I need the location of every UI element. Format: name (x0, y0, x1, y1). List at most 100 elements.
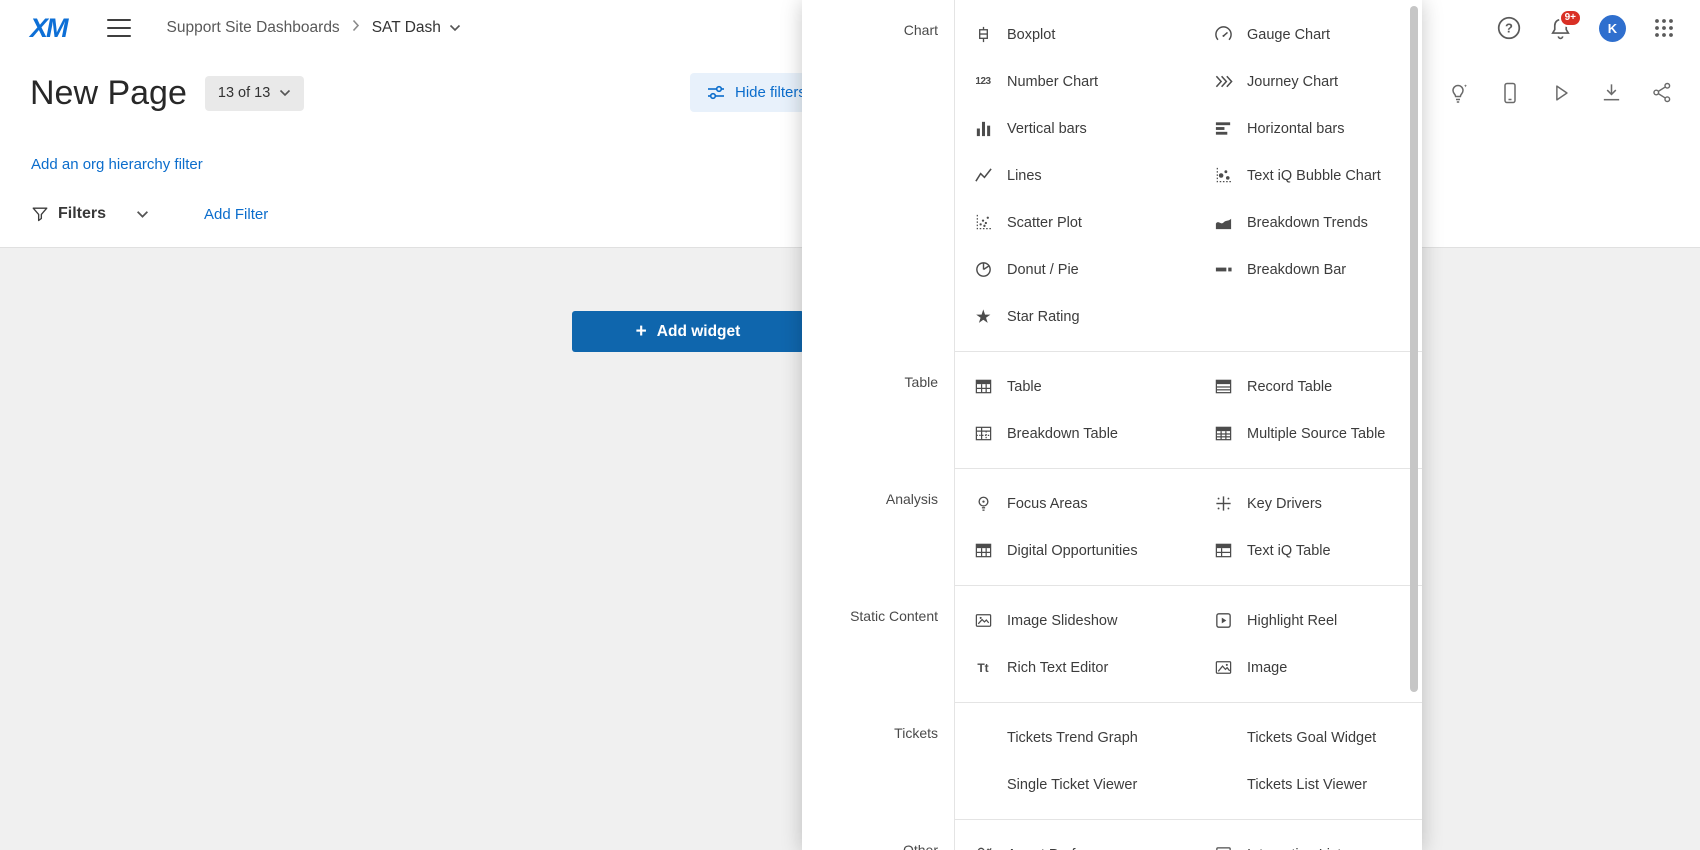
topbar-actions: ? 9+ K (1496, 0, 1676, 56)
interaction-list-icon (1213, 845, 1233, 850)
filter-sliders-icon (706, 83, 726, 103)
filters-row: Filters Add Filter (31, 196, 268, 232)
insights-lightbulb-icon[interactable] (1446, 81, 1470, 105)
hamburger-menu-icon[interactable] (107, 19, 131, 37)
widget-item-table[interactable]: Table (955, 377, 1195, 397)
image-icon (1213, 658, 1233, 678)
section-label: Table (802, 352, 954, 469)
chevron-down-icon (136, 210, 149, 219)
rich-text-icon: Tt (973, 658, 993, 678)
svg-text:?: ? (1505, 21, 1513, 36)
widget-item-journey-chart[interactable]: Journey Chart (1195, 72, 1422, 92)
section-label: Tickets (802, 703, 954, 820)
journey-chart-icon (1213, 72, 1233, 92)
digital-opportunities-icon (973, 541, 993, 561)
panel-section-other: Other Agent Performance Interaction List (802, 820, 1422, 850)
notifications-bell-icon[interactable]: 9+ (1548, 16, 1573, 41)
panel-section-chart: Chart Boxplot Gauge Chart 123 Number Cha… (802, 0, 1422, 352)
breadcrumb-current[interactable]: SAT Dash (372, 19, 461, 37)
widget-item-record-table[interactable]: Record Table (1195, 377, 1422, 397)
play-icon[interactable] (1550, 82, 1572, 104)
widget-item-digital-opportunities[interactable]: Digital Opportunities (955, 541, 1195, 561)
table-icon (973, 377, 993, 397)
breadcrumb-root[interactable]: Support Site Dashboards (167, 19, 340, 37)
record-table-icon (1213, 377, 1233, 397)
widget-item-tickets-trend-graph[interactable]: Tickets Trend Graph (955, 730, 1195, 746)
user-avatar[interactable]: K (1599, 15, 1626, 42)
funnel-icon (31, 205, 49, 223)
apps-grid-icon[interactable] (1652, 16, 1676, 40)
chevron-down-icon (449, 24, 461, 32)
breadcrumb: Support Site Dashboards SAT Dash (167, 19, 461, 37)
share-icon[interactable] (1651, 81, 1674, 104)
widget-item-single-ticket-viewer[interactable]: Single Ticket Viewer (955, 777, 1195, 793)
widget-item-donut-pie[interactable]: Donut / Pie (955, 260, 1195, 280)
widget-item-multiple-source-table[interactable]: Multiple Source Table (1195, 424, 1422, 444)
widget-item-highlight-reel[interactable]: Highlight Reel (1195, 611, 1422, 631)
widget-item-boxplot[interactable]: Boxplot (955, 25, 1195, 45)
widget-item-tickets-goal-widget[interactable]: Tickets Goal Widget (1195, 730, 1422, 746)
add-widget-button[interactable]: + Add widget (572, 311, 804, 352)
panel-section-tickets: Tickets Tickets Trend Graph Tickets Goal… (802, 703, 1422, 820)
section-label: Chart (802, 0, 954, 352)
breakdown-table-icon (973, 424, 993, 444)
section-label: Analysis (802, 469, 954, 586)
boxplot-icon (973, 25, 993, 45)
donut-pie-icon (973, 260, 993, 280)
widget-item-scatter-plot[interactable]: Scatter Plot (955, 213, 1195, 233)
widget-item-image[interactable]: Image (1195, 658, 1422, 678)
widget-item-number-chart[interactable]: 123 Number Chart (955, 72, 1195, 92)
key-drivers-icon (1213, 494, 1233, 514)
agent-performance-icon (973, 845, 993, 850)
highlight-reel-icon (1213, 611, 1233, 631)
section-label: Other (802, 820, 954, 850)
widget-item-vertical-bars[interactable]: Vertical bars (955, 119, 1195, 139)
filters-label: Filters (58, 205, 106, 223)
gauge-chart-icon (1213, 25, 1233, 45)
org-hierarchy-row: Add an org hierarchy filter (31, 156, 203, 174)
breakdown-trends-icon (1213, 213, 1233, 233)
panel-section-static-content: Static Content Image Slideshow Highlight… (802, 586, 1422, 703)
page-title: New Page (30, 74, 187, 113)
widget-item-gauge-chart[interactable]: Gauge Chart (1195, 25, 1422, 45)
widget-item-interaction-list[interactable]: Interaction List (1195, 845, 1422, 850)
focus-areas-lightbulb-icon (973, 494, 993, 514)
lines-chart-icon (973, 166, 993, 186)
widget-item-textiq-bubble-chart[interactable]: Text iQ Bubble Chart (1195, 166, 1422, 186)
org-hierarchy-filter-link[interactable]: Add an org hierarchy filter (31, 156, 203, 173)
widget-item-agent-performance[interactable]: Agent Performance (955, 845, 1195, 850)
mobile-preview-icon[interactable] (1498, 81, 1522, 105)
widget-item-key-drivers[interactable]: Key Drivers (1195, 494, 1422, 514)
vertical-bars-icon (973, 119, 993, 139)
section-label: Static Content (802, 586, 954, 703)
add-filter-link[interactable]: Add Filter (204, 206, 268, 223)
image-slideshow-icon (973, 611, 993, 631)
number-chart-icon: 123 (973, 72, 993, 92)
widget-picker-panel: Chart Boxplot Gauge Chart 123 Number Cha… (802, 0, 1422, 850)
textiq-table-icon (1213, 541, 1233, 561)
widget-item-horizontal-bars[interactable]: Horizontal bars (1195, 119, 1422, 139)
widget-item-focus-areas[interactable]: Focus Areas (955, 494, 1195, 514)
panel-scrollbar[interactable] (1410, 6, 1418, 692)
textiq-bubble-chart-icon (1213, 166, 1233, 186)
scatter-plot-icon (973, 213, 993, 233)
widget-item-image-slideshow[interactable]: Image Slideshow (955, 611, 1195, 631)
panel-section-table: Table Table Record Table Breakdown Table… (802, 352, 1422, 469)
widget-item-star-rating[interactable]: ★ Star Rating (955, 307, 1195, 327)
widget-item-textiq-table[interactable]: Text iQ Table (1195, 541, 1422, 561)
widget-item-breakdown-bar[interactable]: Breakdown Bar (1195, 260, 1422, 280)
xm-logo[interactable]: XM (30, 13, 67, 44)
plus-icon: + (636, 322, 647, 341)
filters-toggle[interactable]: Filters (31, 205, 149, 223)
widget-item-breakdown-table[interactable]: Breakdown Table (955, 424, 1195, 444)
panel-section-analysis: Analysis Focus Areas Key Drivers Digital… (802, 469, 1422, 586)
multiple-source-table-icon (1213, 424, 1233, 444)
download-icon[interactable] (1600, 81, 1623, 104)
widget-item-tickets-list-viewer[interactable]: Tickets List Viewer (1195, 777, 1422, 793)
page-selector[interactable]: 13 of 13 (205, 76, 304, 111)
help-icon[interactable]: ? (1496, 15, 1522, 41)
breadcrumb-separator-icon (352, 19, 360, 37)
widget-item-rich-text-editor[interactable]: Tt Rich Text Editor (955, 658, 1195, 678)
widget-item-breakdown-trends[interactable]: Breakdown Trends (1195, 213, 1422, 233)
widget-item-lines[interactable]: Lines (955, 166, 1195, 186)
